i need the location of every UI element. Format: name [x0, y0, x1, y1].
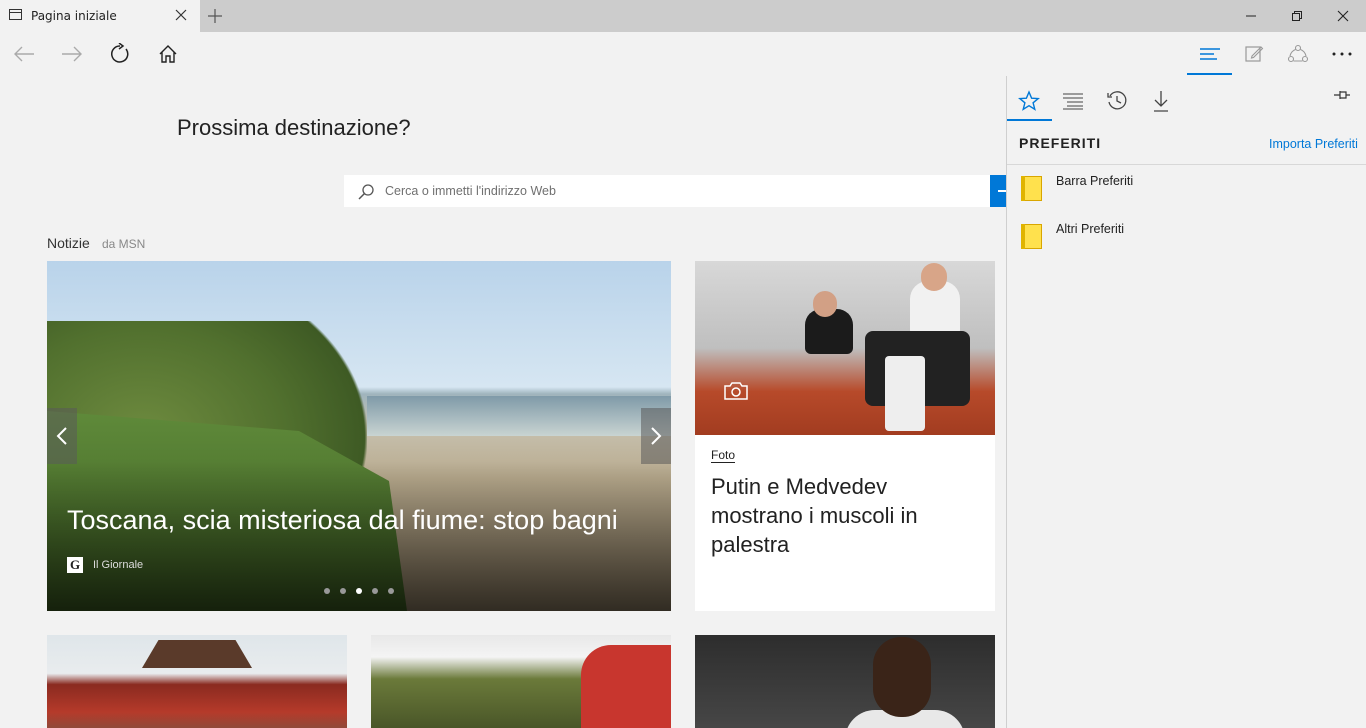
carousel-next-button[interactable]: [641, 408, 671, 464]
ellipsis-icon: [1332, 52, 1352, 56]
hub-active-indicator: [1187, 73, 1232, 75]
hero-news-card[interactable]: Toscana, scia misteriosa dal fiume: stop…: [47, 261, 671, 611]
share-icon: [1287, 44, 1309, 63]
tab-reading-list[interactable]: [1051, 82, 1095, 120]
hub-button[interactable]: [1188, 32, 1232, 76]
search-box[interactable]: Cerca o immetti l'indirizzo Web: [344, 175, 994, 207]
pen-note-icon: [1245, 46, 1264, 62]
carousel-prev-button[interactable]: [47, 408, 77, 464]
navigation-toolbar: [0, 32, 1366, 76]
folder-label: Barra Preferiti: [1056, 174, 1134, 188]
download-icon: [1154, 91, 1168, 112]
page-headline: Prossima destinazione?: [177, 115, 411, 140]
search-icon: [358, 184, 374, 200]
star-icon: [1018, 90, 1040, 111]
refresh-button[interactable]: [98, 32, 142, 76]
page-icon: [9, 9, 22, 20]
news-thumbnail[interactable]: [371, 635, 671, 728]
carousel-dot[interactable]: [340, 588, 346, 594]
arrow-right-icon: [62, 46, 82, 62]
hub-pane: PREFERITI Importa Preferiti Barra Prefer…: [1006, 76, 1366, 728]
thumb-face: [873, 637, 931, 717]
close-tab-icon[interactable]: [174, 8, 188, 22]
pin-icon[interactable]: [1333, 88, 1351, 102]
card-category[interactable]: Foto: [711, 448, 736, 463]
tab-home[interactable]: Pagina iniziale: [0, 0, 200, 32]
web-note-button[interactable]: [1232, 32, 1276, 76]
thumb-roof: [142, 640, 252, 668]
carousel-dot[interactable]: [324, 588, 330, 594]
import-favorites-link[interactable]: Importa Preferiti: [1269, 137, 1358, 151]
thumb-tractor: [581, 645, 671, 728]
tab-title: Pagina iniziale: [31, 9, 117, 23]
home-button[interactable]: [146, 32, 190, 76]
photo-person-head: [813, 291, 837, 317]
folder-icon: [1021, 224, 1042, 249]
card-title[interactable]: Putin e Medvedev mostrano i muscoli in p…: [711, 472, 981, 559]
carousel-dot[interactable]: [388, 588, 394, 594]
chevron-right-icon: [651, 427, 662, 445]
favorites-folder[interactable]: Barra Preferiti: [1007, 174, 1366, 214]
chevron-left-icon: [56, 427, 67, 445]
card-photo: [695, 261, 995, 435]
share-button[interactable]: [1276, 32, 1320, 76]
tab-favorites[interactable]: [1007, 82, 1051, 120]
reading-list-icon: [1063, 93, 1083, 110]
new-tab-page: Prossima destinazione? Cerca o immetti l…: [0, 76, 1006, 728]
minimize-icon: [1246, 15, 1256, 17]
carousel-dot[interactable]: [372, 588, 378, 594]
hub-divider: [1007, 164, 1366, 165]
close-window-button[interactable]: [1320, 0, 1366, 32]
source-logo: G: [67, 557, 83, 573]
carousel-dots: [324, 588, 394, 594]
hero-source: Il Giornale: [93, 559, 144, 571]
carousel-dot-active[interactable]: [356, 588, 362, 594]
search-go-button[interactable]: [990, 175, 1006, 207]
favorites-heading: PREFERITI: [1019, 135, 1102, 151]
restore-icon: [1292, 11, 1302, 21]
news-label: Notizie: [47, 235, 90, 251]
news-thumbnail[interactable]: [47, 635, 347, 728]
news-source: da MSN: [102, 237, 146, 251]
folder-label: Altri Preferiti: [1056, 222, 1125, 236]
history-icon: [1107, 91, 1127, 110]
photo-gym-machine: [885, 356, 925, 431]
new-tab-icon[interactable]: [206, 7, 224, 25]
arrow-left-icon: [14, 46, 34, 62]
tab-downloads[interactable]: [1139, 82, 1183, 120]
folder-icon: [1021, 176, 1042, 201]
home-icon: [159, 45, 177, 63]
hero-title[interactable]: Toscana, scia misteriosa dal fiume: stop…: [67, 505, 618, 536]
tab-history[interactable]: [1095, 82, 1139, 120]
minimize-button[interactable]: [1228, 0, 1274, 32]
photo-person-head: [921, 263, 947, 291]
hub-lines-icon: [1200, 48, 1220, 60]
forward-button[interactable]: [50, 32, 94, 76]
news-thumbnail[interactable]: [695, 635, 995, 728]
camera-icon: [724, 382, 748, 400]
restore-button[interactable]: [1274, 0, 1320, 32]
search-input[interactable]: Cerca o immetti l'indirizzo Web: [385, 184, 556, 198]
news-card[interactable]: Foto Putin e Medvedev mostrano i muscoli…: [695, 261, 995, 611]
favorites-folder[interactable]: Altri Preferiti: [1007, 222, 1366, 262]
back-button[interactable]: [2, 32, 46, 76]
refresh-icon: [111, 43, 129, 63]
more-button[interactable]: [1320, 32, 1364, 76]
hero-sea: [367, 396, 671, 436]
close-icon: [1337, 10, 1349, 22]
hub-tab-indicator: [1007, 119, 1052, 121]
title-bar: Pagina iniziale: [0, 0, 1366, 32]
